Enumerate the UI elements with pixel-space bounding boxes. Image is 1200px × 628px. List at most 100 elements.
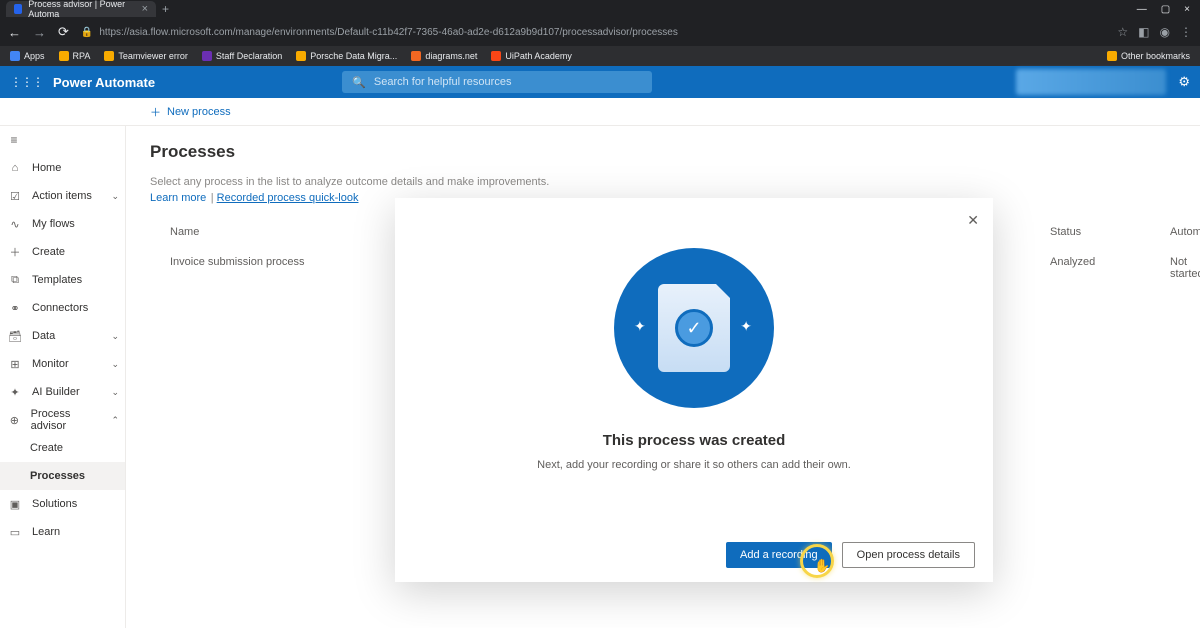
learn-more-link[interactable]: Learn more — [150, 192, 206, 204]
chevron-down-icon: ⌄ — [111, 359, 119, 370]
favicon-icon — [14, 4, 22, 14]
nav-create[interactable]: ＋Create — [0, 238, 125, 266]
apps-icon — [10, 51, 20, 61]
nav-connectors[interactable]: ⚭Connectors — [0, 294, 125, 322]
nav-label: Connectors — [32, 302, 88, 314]
bookmark-item[interactable]: RPA — [59, 51, 91, 61]
nav-solutions[interactable]: ▣ Solutions — [0, 490, 125, 518]
left-nav: ≡ ⌂Home ☑Action items⌄ ∿My flows ＋Create… — [0, 126, 126, 628]
nav-label: Data — [32, 330, 55, 342]
close-icon[interactable]: ✕ — [967, 212, 979, 229]
search-icon: 🔍 — [352, 76, 366, 89]
nav-label: My flows — [32, 218, 75, 230]
extension-icon[interactable]: ◧ — [1138, 25, 1149, 39]
lock-icon: 🔒 — [81, 27, 93, 38]
modal-footer: Add a recording Open process details — [395, 528, 993, 582]
waffle-icon[interactable]: ⋮⋮⋮ — [10, 75, 43, 89]
nav-action-items[interactable]: ☑Action items⌄ — [0, 182, 125, 210]
modal-description: Next, add your recording or share it so … — [537, 459, 851, 471]
nav-label: Templates — [32, 274, 82, 286]
checkmark-icon: ✓ — [675, 309, 713, 347]
bookmark-label: UiPath Academy — [505, 51, 572, 61]
nav-monitor[interactable]: ⊞ Monitor ⌄ — [0, 350, 125, 378]
url-field[interactable]: 🔒 https://asia.flow.microsoft.com/manage… — [81, 27, 1106, 38]
add-recording-button[interactable]: Add a recording — [726, 542, 832, 568]
close-window-icon[interactable]: × — [1184, 4, 1190, 15]
browser-tab-strip: Process advisor | Power Automa × + — ▢ × — [0, 0, 1200, 18]
product-name[interactable]: Power Automate — [53, 75, 155, 90]
profile-icon[interactable]: ◉ — [1160, 25, 1170, 39]
flow-icon: ∿ — [8, 218, 22, 231]
chevron-up-icon: ⌃ — [111, 415, 119, 426]
nav-ai-builder[interactable]: ✦AI Builder⌄ — [0, 378, 125, 406]
nav-process-advisor[interactable]: ⊕ Process advisor ⌃ — [0, 406, 125, 434]
new-tab-button[interactable]: + — [162, 2, 169, 16]
nav-label: Solutions — [32, 498, 77, 510]
nav-label: Process advisor — [31, 408, 102, 432]
nav-templates[interactable]: ⧉Templates — [0, 266, 125, 294]
nav-learn[interactable]: ▭ Learn — [0, 518, 125, 546]
menu-icon[interactable]: ⋮ — [1180, 25, 1192, 39]
maximize-icon[interactable]: ▢ — [1161, 4, 1170, 15]
cell-status: Analyzed — [1050, 256, 1130, 280]
folder-icon — [104, 51, 114, 61]
nav-label: Home — [32, 162, 61, 174]
new-process-button[interactable]: ＋ New process — [150, 104, 231, 120]
search-placeholder: Search for helpful resources — [374, 76, 512, 88]
other-bookmarks[interactable]: Other bookmarks — [1107, 51, 1190, 61]
bookmark-label: Teamviewer error — [118, 51, 188, 61]
solutions-icon: ▣ — [8, 498, 22, 511]
bookmark-label: Other bookmarks — [1121, 51, 1190, 61]
col-status[interactable]: Status — [1050, 226, 1130, 238]
process-icon: ⊕ — [8, 414, 21, 427]
gear-icon[interactable]: ⚙ — [1178, 74, 1190, 90]
bookmark-label: diagrams.net — [425, 51, 477, 61]
nav-label: Monitor — [32, 358, 69, 370]
cmd-label: New process — [167, 106, 231, 118]
nav-label: Learn — [32, 526, 60, 538]
nav-pa-create[interactable]: Create — [0, 434, 125, 462]
close-icon[interactable]: × — [142, 3, 148, 15]
clipboard-icon: ☑ — [8, 190, 22, 203]
quick-look-link[interactable]: Recorded process quick-look — [217, 192, 359, 204]
bookmark-label: RPA — [73, 51, 91, 61]
app-header: ⋮⋮⋮ Power Automate 🔍 Search for helpful … — [0, 66, 1200, 98]
minimize-icon[interactable]: — — [1137, 4, 1147, 15]
bookmark-item[interactable]: Staff Declaration — [202, 51, 282, 61]
monitor-icon: ⊞ — [8, 358, 22, 371]
database-icon: 🗃 — [8, 330, 22, 343]
cell-automation: Not started — [1170, 256, 1200, 280]
folder-icon — [59, 51, 69, 61]
nav-pa-processes[interactable]: Processes — [0, 462, 125, 490]
back-icon[interactable]: ← — [8, 25, 21, 40]
book-icon: ▭ — [8, 526, 22, 539]
environment-picker[interactable] — [1016, 69, 1166, 95]
browser-tab[interactable]: Process advisor | Power Automa × — [6, 1, 156, 17]
hamburger-icon[interactable]: ≡ — [0, 126, 28, 154]
open-details-button[interactable]: Open process details — [842, 542, 975, 568]
folder-icon — [296, 51, 306, 61]
sparkle-icon: ✦ — [740, 318, 752, 335]
col-automation[interactable]: Automatio — [1170, 226, 1200, 238]
star-icon[interactable]: ☆ — [1117, 25, 1128, 39]
url-text: https://asia.flow.microsoft.com/manage/e… — [99, 27, 677, 38]
bookmark-item[interactable]: diagrams.net — [411, 51, 477, 61]
apps-bookmark[interactable]: Apps — [10, 51, 45, 61]
forward-icon[interactable]: → — [33, 25, 46, 40]
bookmarks-bar: Apps RPA Teamviewer error Staff Declarat… — [0, 46, 1200, 66]
bookmark-item[interactable]: Porsche Data Migra... — [296, 51, 397, 61]
success-graphic: ✦ ✓ ✦ — [614, 248, 774, 408]
bookmark-item[interactable]: UiPath Academy — [491, 51, 572, 61]
tab-title: Process advisor | Power Automa — [28, 0, 135, 19]
bookmark-item[interactable]: Teamviewer error — [104, 51, 188, 61]
plus-icon: ＋ — [8, 244, 22, 260]
nav-home[interactable]: ⌂ Home — [0, 154, 125, 182]
search-input[interactable]: 🔍 Search for helpful resources — [342, 71, 652, 93]
chevron-down-icon: ⌄ — [111, 387, 119, 398]
document-icon: ✓ — [658, 284, 730, 372]
reload-icon[interactable]: ⟳ — [58, 24, 69, 40]
nav-my-flows[interactable]: ∿ My flows — [0, 210, 125, 238]
home-icon: ⌂ — [8, 162, 22, 174]
nav-data[interactable]: 🗃Data⌄ — [0, 322, 125, 350]
site-icon — [491, 51, 501, 61]
